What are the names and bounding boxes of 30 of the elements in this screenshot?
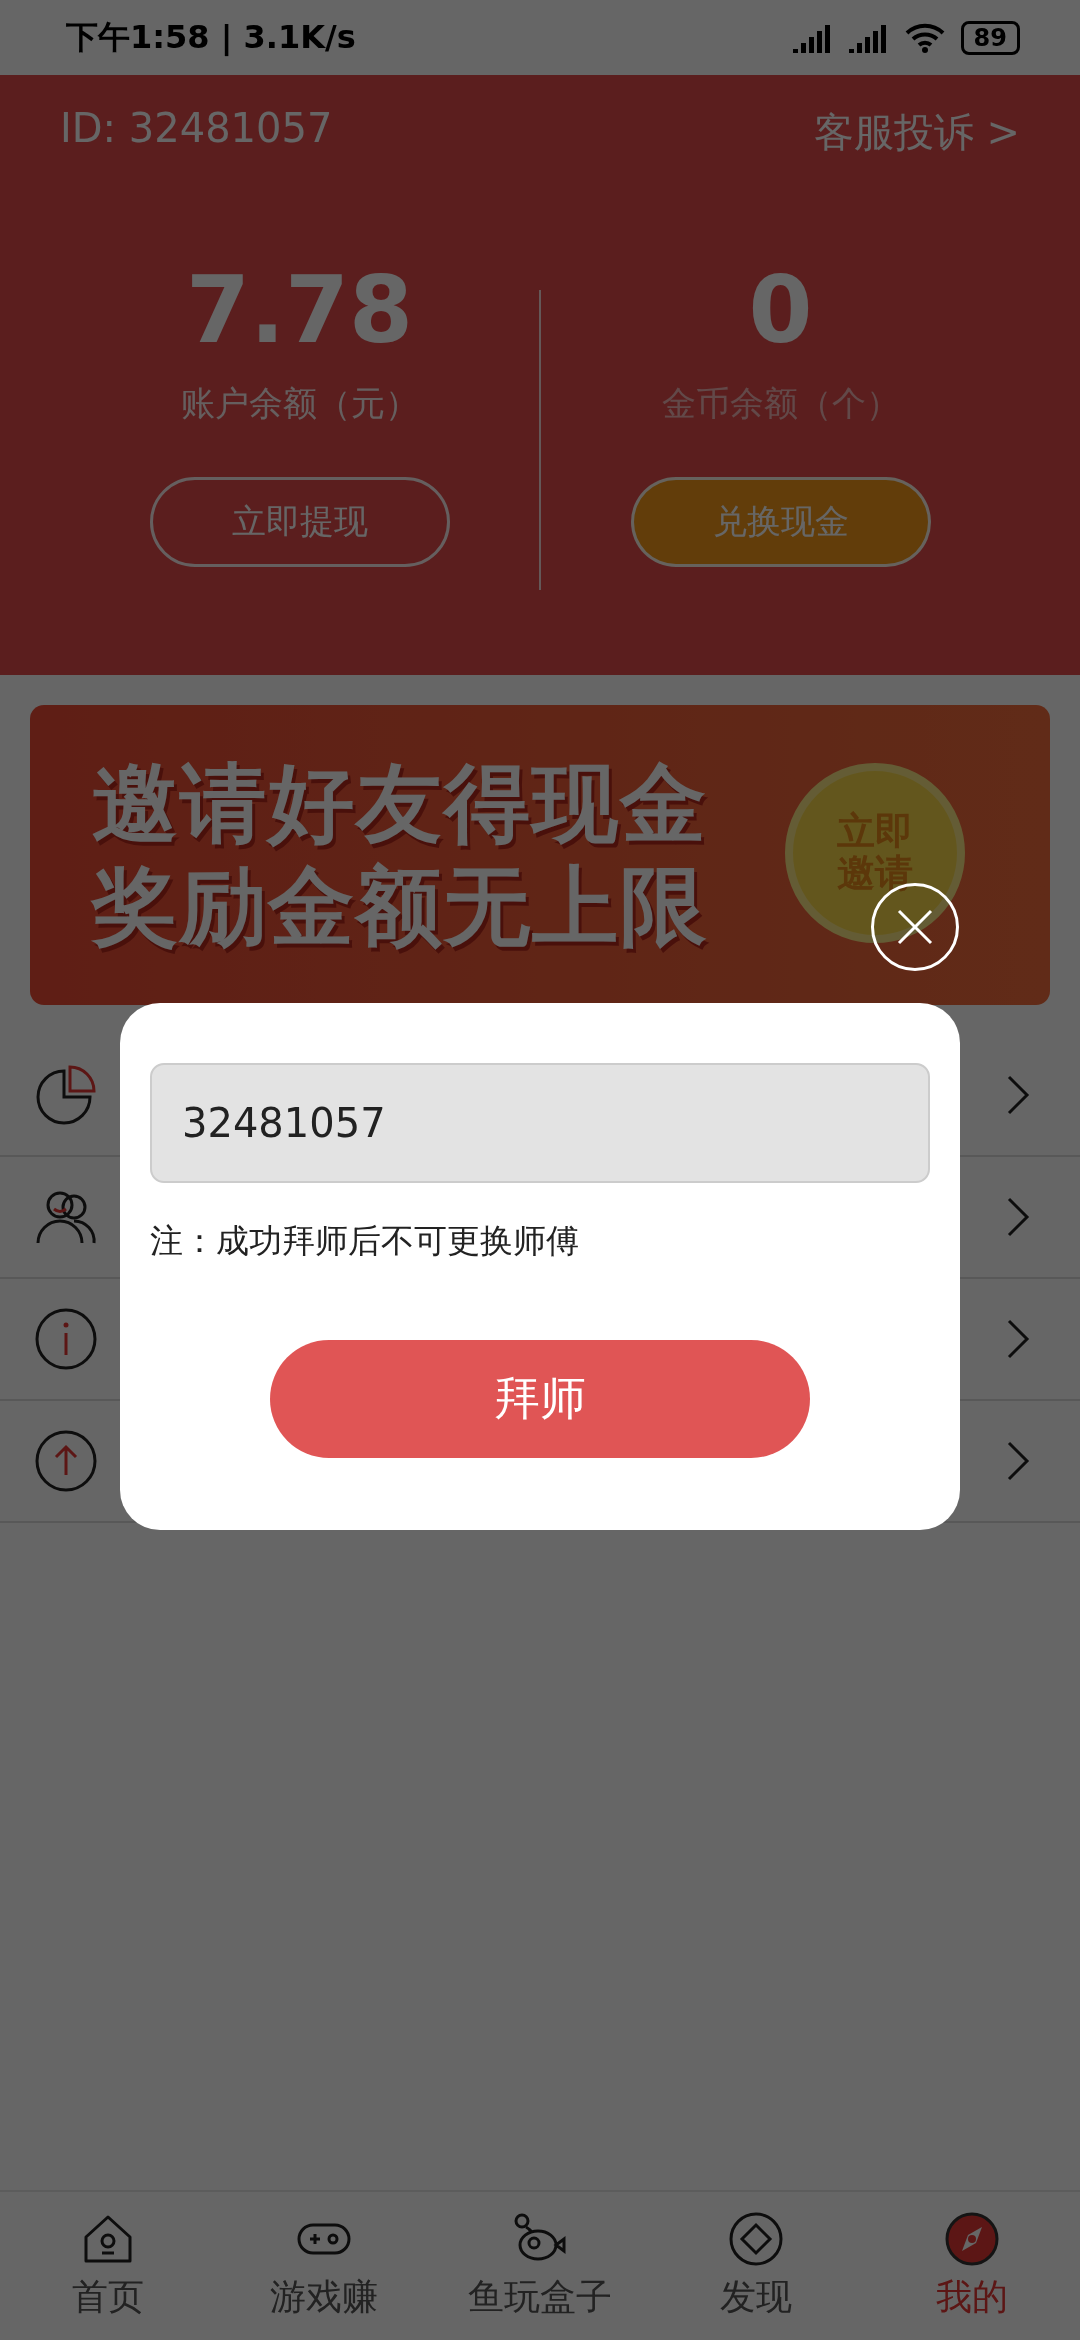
signal-icon [792,22,833,53]
tab-item[interactable]: 鱼玩盒子 [432,2192,648,2340]
input-field[interactable]: 32481057 [150,1063,930,1183]
balance-amount: 7.78 [186,260,413,362]
wifi-icon [904,22,945,53]
chevron-right-icon [1006,1440,1030,1482]
chevron-right-icon [1006,1074,1030,1116]
banner-headline: 邀请好友得现金 [92,754,708,853]
info-icon [34,1307,98,1371]
close-icon [895,907,935,947]
battery-indicator: 89 [960,20,1020,55]
chevron-right-icon [1006,1196,1030,1238]
tab-item[interactable]: 发现 [648,2192,864,2340]
balance-amount: 0 [748,260,813,362]
tab-item[interactable]: 游戏赚 [216,2192,432,2340]
chevron-right-icon [1006,1318,1030,1360]
exchange-button[interactable]: 兑换现金 [630,477,931,568]
tab-item[interactable]: 我的 [864,2192,1080,2340]
signal-icon [848,22,889,53]
banner-headline: 奖励金额无上限 [92,857,708,956]
status-time: 下午1:58 | 3.1K/s [66,16,356,58]
pie-chart-icon [34,1063,98,1127]
complaint-link[interactable]: 客服投诉 > [813,105,1020,160]
compass-icon [944,2210,1000,2267]
dialog-note: 注：成功拜师后不可更换师傅 [150,1220,580,1262]
confirm-button[interactable]: 拜师 [270,1340,810,1458]
withdraw-button[interactable]: 立即提现 [149,477,450,568]
tab-item[interactable]: 首页 [0,2192,216,2340]
user-id: ID: 32481057 [60,105,333,153]
balance-label: 账户余额（元） [180,382,419,426]
